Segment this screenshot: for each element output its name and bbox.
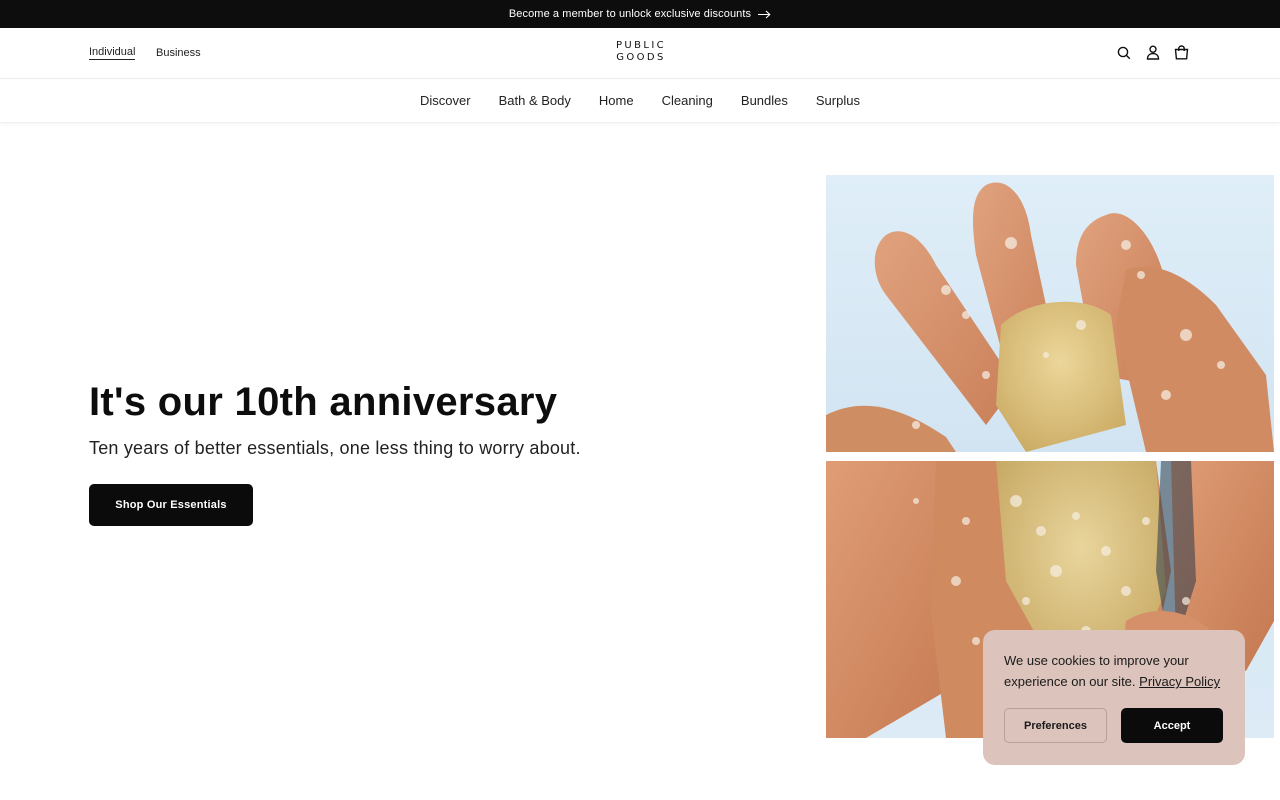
logo-line-2: GOODS — [616, 52, 666, 63]
nav-item-surplus[interactable]: Surplus — [816, 93, 860, 108]
announcement-bar[interactable]: Become a member to unlock exclusive disc… — [0, 0, 1280, 28]
header: Individual Business PUBLIC GOODS — [0, 28, 1280, 79]
arrow-right-icon — [758, 10, 771, 19]
cart-icon[interactable] — [1173, 44, 1190, 61]
segment-business-label: Business — [156, 47, 201, 59]
announcement-text: Become a member to unlock exclusive disc… — [508, 8, 752, 20]
preferences-button[interactable]: Preferences — [1004, 708, 1107, 743]
nav-item-bath-body[interactable]: Bath & Body — [499, 93, 571, 108]
header-icons — [1115, 44, 1190, 61]
cookie-message: We use cookies to improve your experienc… — [1004, 650, 1224, 692]
privacy-policy-link[interactable]: Privacy Policy — [1139, 674, 1220, 689]
search-icon[interactable] — [1115, 44, 1132, 61]
segment-business[interactable]: Business — [156, 28, 201, 78]
cookie-buttons: Preferences Accept — [1004, 708, 1223, 743]
nav-item-bundles[interactable]: Bundles — [741, 93, 788, 108]
segment-individual[interactable]: Individual — [89, 28, 136, 78]
logo[interactable]: PUBLIC GOODS — [600, 40, 680, 64]
segment-individual-label: Individual — [89, 46, 136, 60]
accept-button[interactable]: Accept — [1121, 708, 1223, 743]
logo-line-1: PUBLIC — [615, 40, 667, 51]
cookie-banner: We use cookies to improve your experienc… — [983, 630, 1245, 765]
hero-subtitle: Ten years of better essentials, one less… — [89, 438, 581, 458]
nav-item-home[interactable]: Home — [599, 93, 634, 108]
hero-title: It's our 10th anniversary — [89, 380, 558, 424]
main-nav: Discover Bath & Body Home Cleaning Bundl… — [0, 79, 1280, 123]
hero-photo-top — [826, 175, 1274, 452]
nav-item-cleaning[interactable]: Cleaning — [662, 93, 713, 108]
shop-essentials-button[interactable]: Shop Our Essentials — [89, 484, 253, 526]
nav-item-discover[interactable]: Discover — [420, 93, 471, 108]
account-icon[interactable] — [1144, 44, 1161, 61]
